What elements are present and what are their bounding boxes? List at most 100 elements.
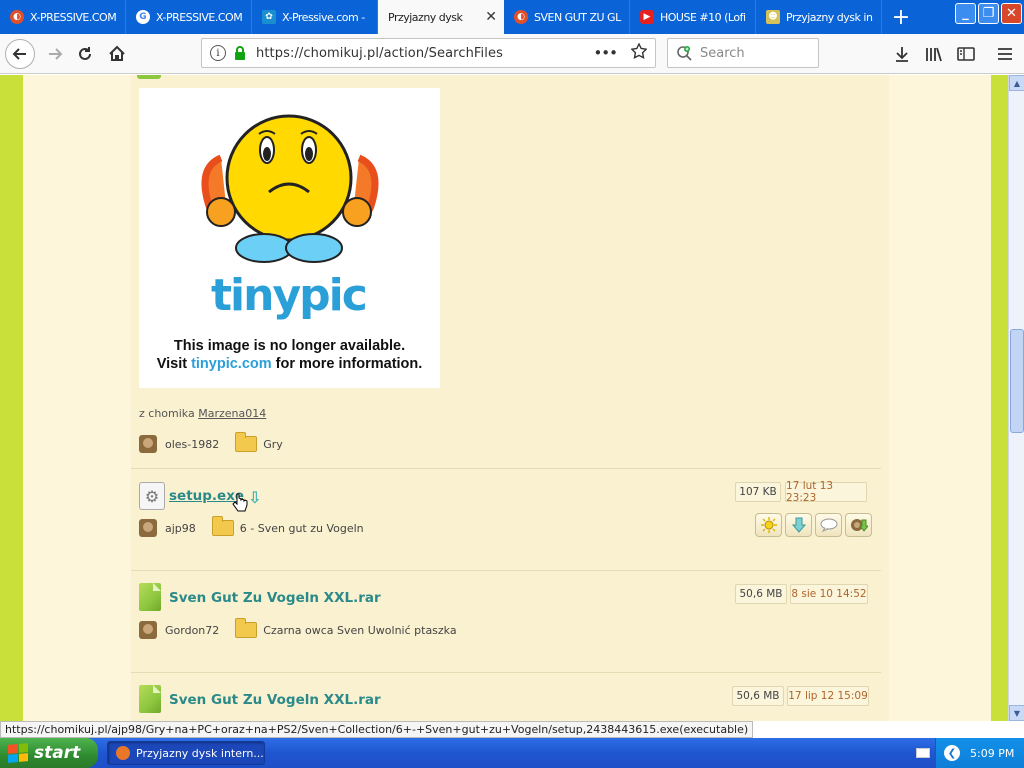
page-actions-button[interactable]: ••• [593, 44, 618, 62]
hamburger-menu-icon [998, 48, 1012, 60]
file-row: Sven Gut Zu Vogeln XXL.rar 50,6 MB 17 li… [131, 673, 881, 721]
windows-logo-icon [8, 743, 28, 763]
back-button[interactable] [5, 39, 35, 69]
tab-xpressive-3[interactable]: ✿ X-Pressive.com - [252, 0, 378, 34]
visit-suffix: for more information. [271, 356, 423, 372]
home-button[interactable] [102, 39, 132, 69]
user-link[interactable]: ajp98 [165, 522, 196, 535]
tab-title: X-PRESSIVE.COM [156, 10, 243, 24]
speech-bubble-icon [820, 518, 837, 532]
reload-button[interactable] [70, 39, 100, 69]
tab-xpressive-1[interactable]: ◐ X-PRESSIVE.COM [0, 0, 126, 34]
search-placeholder: Search [700, 45, 745, 61]
copy-to-chomik-button[interactable] [845, 513, 872, 537]
hand-cursor-icon [232, 493, 248, 512]
address-bar[interactable]: i https://chomikuj.pl/action/SearchFiles… [201, 38, 656, 68]
image-visit-line: Visit tinypic.com for more information. [139, 356, 440, 372]
file-meta-row: ajp98 6 - Sven gut zu Vogeln [139, 516, 364, 537]
tab-sven-gut[interactable]: ◐ SVEN GUT ZU GL [504, 0, 630, 34]
sidebar-button[interactable] [951, 39, 981, 69]
new-tab-button[interactable]: + [882, 0, 920, 34]
tab-title: X-Pressive.com - [282, 10, 365, 24]
sun-icon [760, 517, 777, 533]
user-link[interactable]: Gordon72 [165, 624, 219, 637]
minimize-button[interactable]: _ [955, 3, 976, 24]
download-button[interactable] [785, 513, 812, 537]
download-arrow-icon[interactable]: ⇩ [248, 488, 261, 507]
bookmark-star-icon[interactable] [630, 42, 648, 63]
folder-link[interactable]: Czarna owca Sven Uwolnić ptaszka [263, 624, 456, 637]
folder-icon [235, 618, 258, 638]
google-favicon-icon: G [136, 10, 150, 24]
menu-button[interactable] [990, 39, 1020, 69]
search-box[interactable]: Search [667, 38, 819, 68]
owner-link[interactable]: Marzena014 [198, 407, 266, 420]
file-size-badge: 50,6 MB [732, 686, 784, 706]
navigation-toolbar: i https://chomikuj.pl/action/SearchFiles… [0, 34, 1024, 74]
tab-xpressive-2[interactable]: G X-PRESSIVE.COM [126, 0, 252, 34]
owner-line: z chomika Marzena014 [139, 407, 266, 420]
rar-file-icon [137, 75, 161, 79]
search-icon [677, 46, 692, 61]
file-size-badge: 50,6 MB [735, 584, 787, 604]
file-size-badge: 107 KB [735, 482, 781, 502]
taskbar-window-title: Przyjazny dysk intern... [136, 746, 264, 760]
user-link[interactable]: oles-1982 [165, 438, 219, 451]
tab-close-icon[interactable]: ✕ [485, 9, 497, 25]
file-name-link[interactable]: Sven Gut Zu Vogeln XXL.rar [169, 692, 381, 708]
restore-button[interactable]: ❐ [978, 3, 999, 24]
taskbar-window-button[interactable]: Przyjazny dysk intern... [107, 741, 265, 765]
user-avatar-icon [139, 435, 157, 453]
gear-icon: ⚙ [139, 482, 165, 510]
tab-strip: ◐ X-PRESSIVE.COM G X-PRESSIVE.COM ✿ X-Pr… [0, 0, 1024, 34]
link-status-tooltip: https://chomikuj.pl/ajp98/Gry+na+PC+oraz… [0, 721, 754, 738]
rar-file-icon [139, 583, 161, 611]
downloads-button[interactable] [887, 39, 917, 69]
tinypic-logo: tinypic [211, 270, 368, 321]
comment-button[interactable] [815, 513, 842, 537]
keyboard-icon[interactable] [916, 748, 930, 758]
file-row: Sven Gut Zu Vogeln XXL.rar 50,6 MB 8 sie… [131, 571, 881, 673]
folder-link[interactable]: 6 - Sven gut zu Vogeln [240, 522, 364, 535]
back-arrow-tray-icon[interactable]: ❮ [944, 745, 960, 761]
system-tray: ❮ 5:09 PM [916, 738, 1024, 768]
forward-button[interactable] [40, 39, 70, 69]
tab-title: Przyjazny dysk [388, 10, 463, 24]
forward-arrow-icon [49, 48, 63, 60]
tab-house-lofi[interactable]: ▶ HOUSE #10 (Lofi [630, 0, 756, 34]
library-icon [926, 47, 942, 62]
xpressive-favicon-icon: ◐ [10, 10, 24, 24]
chomikuj-favicon-icon: ☻ [766, 10, 780, 24]
reload-icon [79, 47, 91, 60]
preview-button[interactable] [755, 513, 782, 537]
tab-przyjazny-dysk-active[interactable]: Przyjazny dysk ✕ [378, 0, 504, 34]
scroll-up-arrow-icon[interactable]: ▲ [1009, 75, 1024, 91]
lock-icon [234, 46, 246, 60]
start-button[interactable]: start [0, 738, 98, 768]
tab-przyjazny-dysk-2[interactable]: ☻ Przyjazny dysk in [756, 0, 882, 34]
tab-title: SVEN GUT ZU GL [534, 10, 621, 24]
scroll-down-arrow-icon[interactable]: ▼ [1009, 705, 1024, 721]
download-icon [896, 47, 908, 62]
page-column: tinypic This image is no longer availabl… [23, 75, 991, 721]
folder-link[interactable]: Gry [263, 438, 283, 451]
sidebar-icon [957, 47, 975, 61]
clock: 5:09 PM [970, 746, 1015, 760]
vertical-scrollbar[interactable]: ▲ ▼ [1008, 75, 1024, 721]
scroll-thumb[interactable] [1010, 329, 1024, 433]
firefox-window-icon [116, 746, 130, 760]
rar-file-icon [139, 685, 161, 713]
search-results-list: tinypic This image is no longer availabl… [131, 75, 889, 721]
close-window-button[interactable]: ✕ [1001, 3, 1022, 24]
tab-title: HOUSE #10 (Lofi [660, 10, 746, 24]
tab-title: X-PRESSIVE.COM [30, 10, 117, 24]
site-info-icon[interactable]: i [210, 45, 226, 61]
url-text[interactable]: https://chomikuj.pl/action/SearchFiles [256, 46, 593, 61]
library-button[interactable] [919, 39, 949, 69]
file-date-badge: 17 lip 12 15:09 [787, 686, 869, 706]
back-arrow-icon [5, 39, 35, 69]
folder-icon [235, 432, 258, 452]
file-name-link[interactable]: Sven Gut Zu Vogeln XXL.rar [169, 590, 381, 606]
hamster-download-icon [850, 519, 868, 532]
globe-favicon-icon: ✿ [262, 10, 276, 24]
